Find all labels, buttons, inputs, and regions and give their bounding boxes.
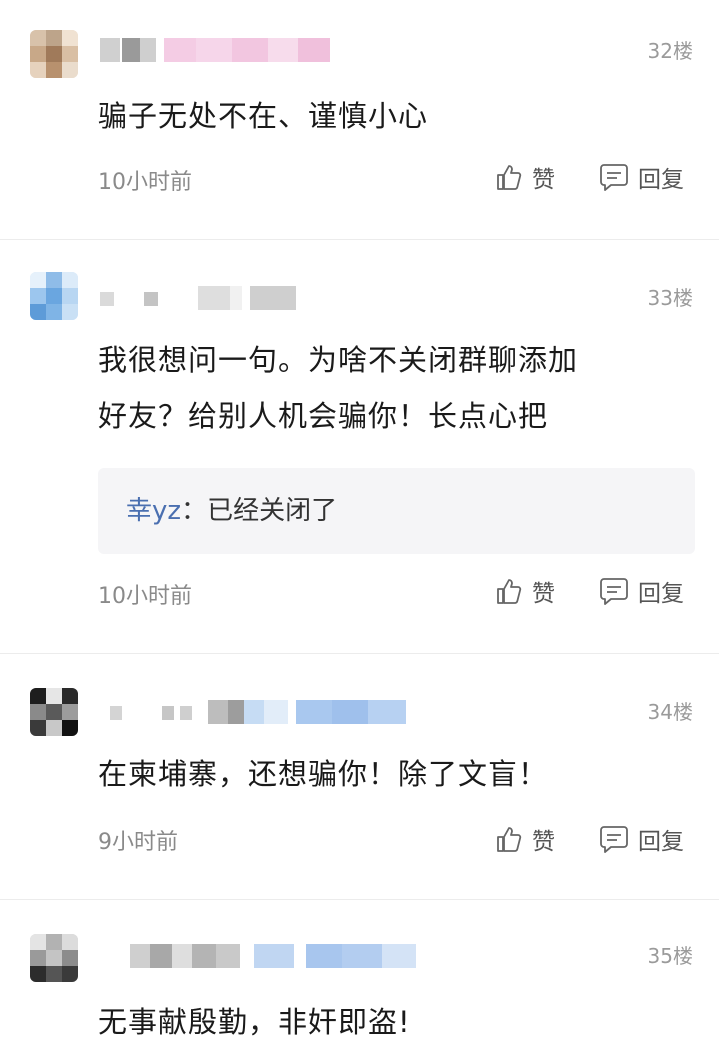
comment-text: 在柬埔寨，还想骗你！除了文盲！ bbox=[98, 746, 548, 802]
comment-item: 32楼 骗子无处不在、谨慎小心 10小时前 赞 回复 bbox=[0, 0, 719, 240]
reply-label: 回复 bbox=[638, 829, 684, 855]
comment-item: 35楼 无事献殷勤，非奸即盗! bbox=[0, 900, 719, 1046]
avatar[interactable] bbox=[30, 688, 78, 736]
comment-line: 好友？给别人机会骗你！长点心把 bbox=[98, 399, 549, 433]
timestamp: 9小时前 bbox=[98, 830, 178, 855]
comment-text: 无事献殷勤，非奸即盗! bbox=[98, 994, 411, 1050]
comment-reply-icon bbox=[600, 578, 628, 605]
username-blurred[interactable] bbox=[130, 944, 420, 968]
reply-button[interactable]: 回复 bbox=[598, 822, 684, 856]
like-label: 赞 bbox=[532, 581, 555, 607]
avatar[interactable] bbox=[30, 30, 78, 78]
thumbs-up-icon bbox=[497, 165, 522, 190]
like-button[interactable]: 赞 bbox=[494, 574, 555, 608]
comment-reply-icon bbox=[600, 164, 628, 191]
floor-number: 33楼 bbox=[647, 286, 693, 310]
reply-label: 回复 bbox=[638, 167, 684, 193]
like-button[interactable]: 赞 bbox=[494, 160, 555, 194]
username-blurred[interactable] bbox=[100, 700, 410, 724]
thumbs-up-icon bbox=[497, 579, 522, 604]
timestamp: 10小时前 bbox=[98, 584, 192, 609]
comment-text: 骗子无处不在、谨慎小心 bbox=[98, 88, 428, 144]
timestamp: 10小时前 bbox=[98, 170, 192, 195]
like-label: 赞 bbox=[532, 167, 555, 193]
sub-reply-username[interactable]: 幸yz bbox=[126, 496, 181, 526]
floor-number: 32楼 bbox=[647, 39, 693, 63]
avatar[interactable] bbox=[30, 934, 78, 982]
sub-reply-separator: ： bbox=[181, 496, 208, 526]
comment-item: 33楼 我很想问一句。为啥不关闭群聊添加 好友？给别人机会骗你！长点心把 幸yz… bbox=[0, 240, 719, 654]
thumbs-up-icon bbox=[497, 827, 522, 852]
avatar[interactable] bbox=[30, 272, 78, 320]
floor-number: 34楼 bbox=[647, 700, 693, 724]
like-label: 赞 bbox=[532, 829, 555, 855]
reply-button[interactable]: 回复 bbox=[598, 160, 684, 194]
reply-button[interactable]: 回复 bbox=[598, 574, 684, 608]
sub-reply-text: 已经关闭了 bbox=[207, 496, 338, 526]
comment-line: 我很想问一句。为啥不关闭群聊添加 bbox=[98, 343, 579, 377]
comment-text: 我很想问一句。为啥不关闭群聊添加 好友？给别人机会骗你！长点心把 bbox=[98, 332, 578, 444]
comment-reply-icon bbox=[600, 826, 628, 853]
reply-label: 回复 bbox=[638, 581, 684, 607]
comment-item: 34楼 在柬埔寨，还想骗你！除了文盲！ 9小时前 赞 回复 bbox=[0, 654, 719, 900]
comment-line: 在柬埔寨，还想骗你！除了文盲！ bbox=[98, 757, 549, 791]
like-button[interactable]: 赞 bbox=[494, 822, 555, 856]
comment-line: 无事献殷勤，非奸即盗! bbox=[98, 1005, 411, 1039]
username-blurred[interactable] bbox=[100, 286, 300, 310]
floor-number: 35楼 bbox=[647, 944, 693, 968]
username-blurred[interactable] bbox=[100, 38, 340, 62]
comment-line: 骗子无处不在、谨慎小心 bbox=[98, 99, 429, 133]
sub-reply[interactable]: 幸yz：已经关闭了 bbox=[98, 468, 695, 554]
